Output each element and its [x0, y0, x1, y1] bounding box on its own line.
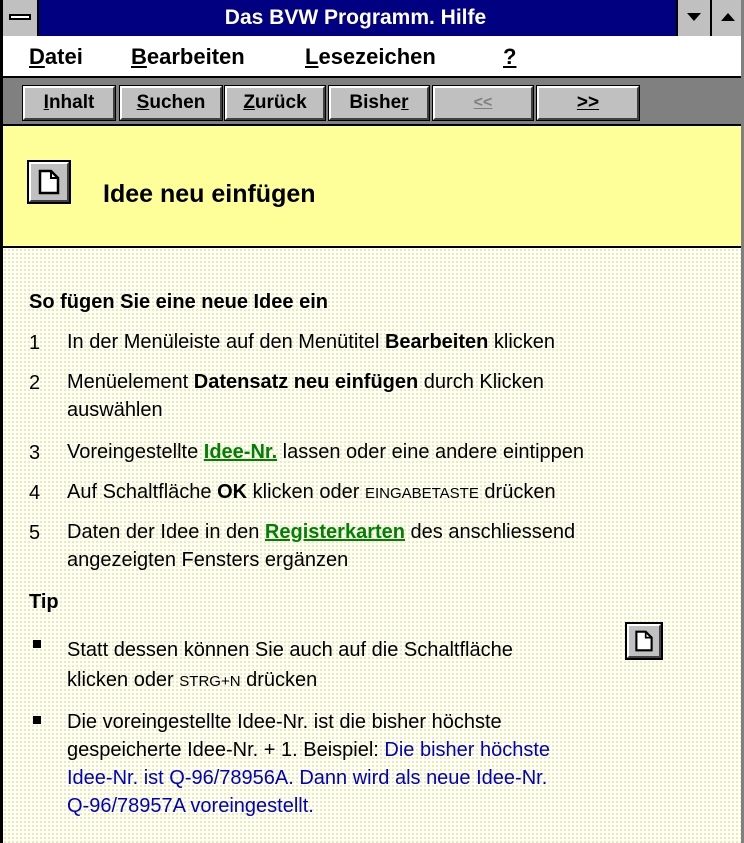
system-menu-button[interactable]: [3, 0, 39, 36]
bullet: [33, 716, 41, 724]
tip-title: Tip: [29, 591, 59, 613]
maximize-arrow-icon: [721, 13, 735, 21]
tip-text: Statt dessen können Sie auch auf die Sch…: [67, 639, 513, 661]
window-title: Das BVW Programm. Hilfe: [224, 6, 487, 29]
section-title: So fügen Sie eine neue Idee ein: [29, 291, 328, 313]
step-number: 4: [29, 482, 41, 504]
next-button[interactable]: >>: [536, 85, 640, 121]
step-text: In der Menüleiste auf den Menütitel Bear…: [67, 331, 556, 353]
tip-text-continued: klicken oder STRG+N drücken: [67, 669, 318, 691]
step-number: 3: [29, 442, 41, 464]
topic-header: Idee neu einfügen: [3, 126, 741, 248]
document-icon: [635, 630, 653, 652]
menu-help[interactable]: ?: [503, 44, 516, 70]
step-number: 2: [29, 372, 41, 394]
new-record-button-icon: [625, 622, 663, 660]
step-text: Voreingestellte Idee-Nr. lassen oder ein…: [67, 441, 585, 463]
document-icon: [38, 169, 60, 195]
step-text-continued: auswählen: [67, 399, 163, 421]
maximize-button[interactable]: [710, 0, 741, 36]
step-text: Daten der Idee in den Registerkarten des…: [67, 521, 576, 543]
previous-button[interactable]: <<: [432, 85, 534, 121]
step-text: Auf Schaltfläche OK klicken oder EINGABE…: [67, 481, 556, 503]
tip-text: Die voreingestellte Idee-Nr. ist die bis…: [67, 711, 502, 733]
tip-example: Q-96/78957A voreingestellt.: [67, 795, 314, 817]
step-number: 1: [29, 332, 41, 354]
menu-bar: Datei Bearbeiten Lesezeichen ?: [3, 36, 741, 78]
menu-datei[interactable]: Datei: [29, 44, 83, 70]
topic-title: Idee neu einfügen: [103, 180, 316, 208]
step-text-continued: angezeigten Fensters ergänzen: [67, 549, 349, 571]
minimize-arrow-icon: [687, 13, 701, 21]
contents-button[interactable]: Inhalt: [22, 85, 116, 121]
title-bar[interactable]: Das BVW Programm. Hilfe: [3, 0, 741, 36]
step-number: 5: [29, 522, 41, 544]
new-page-icon: [27, 160, 71, 204]
back-button[interactable]: Zurück: [224, 85, 326, 121]
search-button[interactable]: Suchen: [119, 85, 223, 121]
bullet: [33, 640, 41, 648]
registerkarten-link[interactable]: Registerkarten: [265, 521, 405, 543]
tip-example: Idee-Nr. ist Q-96/78956A. Dann wird als …: [67, 767, 548, 789]
menu-lesezeichen[interactable]: Lesezeichen: [305, 44, 436, 70]
minimize-button[interactable]: [676, 0, 710, 36]
help-window: Das BVW Programm. Hilfe Datei Bearbeiten…: [0, 0, 744, 843]
system-menu-icon: [9, 14, 31, 20]
menu-bearbeiten[interactable]: Bearbeiten: [131, 44, 245, 70]
idee-nr-link[interactable]: Idee-Nr.: [204, 441, 277, 463]
tip-text-continued: gespeicherte Idee-Nr. + 1. Beispiel: Die…: [67, 739, 551, 761]
step-text: Menüelement Datensatz neu einfügen durch…: [67, 371, 544, 393]
history-button[interactable]: Bisher: [328, 85, 430, 121]
help-content: So fügen Sie eine neue Idee ein 1 In der…: [3, 248, 741, 843]
button-bar: Inhalt Suchen Zurück Bisher << >>: [3, 78, 741, 126]
